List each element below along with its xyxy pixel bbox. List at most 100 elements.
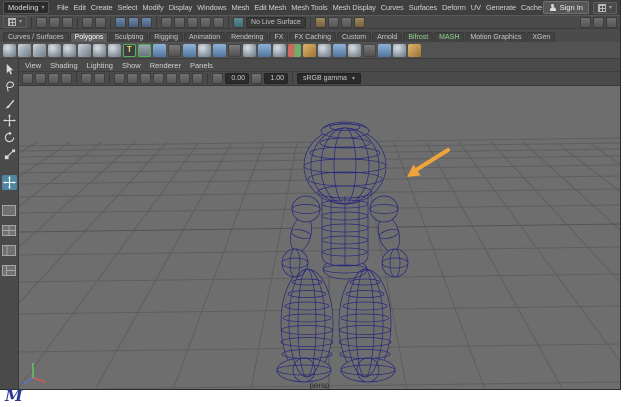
tab-curves-surfaces[interactable]: Curves / Surfaces [3,32,69,42]
render-settings-icon[interactable] [353,16,365,28]
panel-menu-lighting[interactable]: Lighting [87,61,113,70]
oversampling-icon[interactable] [94,73,105,84]
menu-uv[interactable]: UV [468,3,483,12]
insert-edge-loop-icon[interactable] [228,43,241,57]
exposure-field[interactable]: 0.00 [225,73,249,84]
tab-rendering[interactable]: Rendering [226,32,269,42]
mirror-icon[interactable] [333,43,346,57]
tab-animation[interactable]: Animation [183,32,226,42]
snap-point-icon[interactable] [187,16,199,28]
save-scene-icon[interactable] [62,16,74,28]
menu-windows[interactable]: Windows [195,3,229,12]
tab-custom[interactable]: Custom [336,32,372,42]
spin-edge-icon[interactable] [363,43,376,57]
tab-fx-caching[interactable]: FX Caching [289,32,336,42]
select-tool[interactable] [2,62,17,77]
menu-mesh-display[interactable]: Mesh Display [330,3,378,12]
exposure-icon[interactable] [212,73,223,84]
menu-file[interactable]: File [54,3,71,12]
poly-torus-icon[interactable] [63,43,76,57]
poly-svg-icon[interactable] [138,43,151,57]
poly-cylinder-icon[interactable] [33,43,46,57]
field-chart-icon[interactable] [153,73,164,84]
layout-four-pane-button[interactable] [2,223,16,241]
panel-menu-shading[interactable]: Shading [50,61,78,70]
layout-single-pane-button[interactable] [2,203,16,221]
sculpt-brush-icon[interactable] [408,43,421,57]
viewport-persp[interactable]: persp [19,86,620,389]
bookmark-icon[interactable] [48,73,59,84]
bevel-icon[interactable] [243,43,256,57]
snap-curve-icon[interactable] [174,16,186,28]
render-view-icon[interactable] [314,16,326,28]
select-hierarchy-icon[interactable] [115,16,127,28]
menu-mesh[interactable]: Mesh [229,3,252,12]
undo-icon[interactable] [82,16,94,28]
tab-polygons[interactable]: Polygons [69,32,109,42]
camera-settings-icon[interactable] [35,73,46,84]
poly-plane-icon[interactable] [78,43,91,57]
menu-create[interactable]: Create [88,3,115,12]
crease-icon[interactable] [393,43,406,57]
attribute-editor-toggle-icon[interactable] [580,16,591,28]
poly-disc-icon[interactable] [93,43,106,57]
rotate-tool[interactable] [2,130,17,145]
selection-mask-dropdown[interactable]: ▾ [3,16,28,28]
tab-mash[interactable]: MASH [434,32,465,42]
booleans-icon[interactable] [288,43,301,57]
sign-in-button[interactable]: Sign In [542,1,589,14]
make-live-icon[interactable] [233,16,245,28]
safe-title-icon[interactable] [179,73,190,84]
no-live-surface-field[interactable]: No Live Surface [246,16,306,28]
poly-cone-icon[interactable] [48,43,61,57]
target-weld-icon[interactable] [213,43,226,57]
multi-cut-icon[interactable] [198,43,211,57]
gamma-icon[interactable] [251,73,262,84]
menu-select[interactable]: Select [115,3,140,12]
poly-cube-icon[interactable] [18,43,31,57]
menu-generate[interactable]: Generate [483,3,518,12]
tab-arnold[interactable]: Arnold [372,32,403,42]
resolution-gate-icon[interactable] [127,73,138,84]
tab-bifrost[interactable]: Bifrost [403,32,434,42]
snap-grid-icon[interactable] [161,16,173,28]
select-object-icon[interactable] [128,16,140,28]
bridge-icon[interactable] [258,43,271,57]
active-tool-slot[interactable] [1,175,17,190]
poly-type-icon[interactable]: T [123,43,136,57]
tool-settings-toggle-icon[interactable] [593,16,604,28]
panel-menu-renderer[interactable]: Renderer [150,61,181,70]
menu-cache[interactable]: Cache [518,3,542,12]
new-scene-icon[interactable] [36,16,48,28]
layout-two-pane-button[interactable] [2,243,16,261]
menu-deform[interactable]: Deform [440,3,469,12]
smooth-mesh-icon[interactable] [378,43,391,57]
extrude-icon[interactable] [273,43,286,57]
tab-motion-graphics[interactable]: Motion Graphics [465,32,527,42]
gamma-field[interactable]: 1.00 [264,73,288,84]
separate-icon[interactable] [318,43,331,57]
channel-box-toggle-icon[interactable] [606,16,617,28]
select-component-icon[interactable] [141,16,153,28]
tab-fx[interactable]: FX [269,32,289,42]
platonic-solid-icon[interactable] [108,43,121,57]
move-tool[interactable] [2,113,17,128]
sculpt-tool-icon[interactable] [168,43,181,57]
super-shape-icon[interactable] [153,43,166,57]
gate-mask-icon[interactable] [140,73,151,84]
render-frame-icon[interactable] [327,16,339,28]
scale-tool[interactable] [2,147,17,162]
image-plane-icon[interactable] [61,73,72,84]
hud-icon[interactable] [192,73,203,84]
film-gate-icon[interactable] [114,73,125,84]
poly-sphere-icon[interactable] [3,43,16,57]
paint-selection-tool[interactable] [2,96,17,111]
workspace-switcher[interactable]: ▾ [592,1,617,14]
panel-menu-view[interactable]: View [25,61,41,70]
workspace-selector[interactable]: Modeling ▾ [3,1,50,14]
combine-icon[interactable] [303,43,316,57]
menu-edit[interactable]: Edit [71,3,88,12]
safe-action-icon[interactable] [166,73,177,84]
menu-mesh-tools[interactable]: Mesh Tools [289,3,330,12]
panel-menu-panels[interactable]: Panels [190,61,213,70]
